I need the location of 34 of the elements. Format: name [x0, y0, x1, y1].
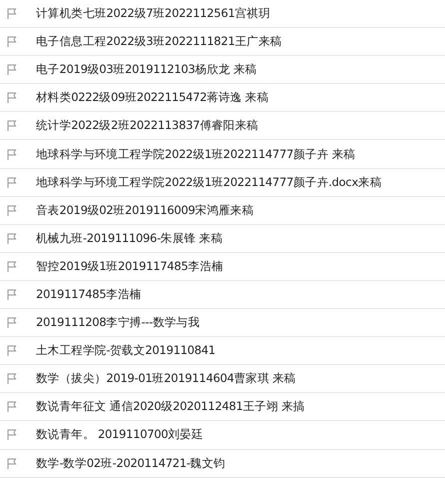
- flag-icon[interactable]: [7, 148, 17, 160]
- flag-icon[interactable]: [7, 458, 17, 469]
- message-subject[interactable]: 统计学2022级2班2022113837傅睿阳来稿: [36, 118, 258, 134]
- flag-icon[interactable]: [7, 317, 17, 328]
- flag-icon[interactable]: [7, 8, 17, 20]
- flag-icon[interactable]: [7, 64, 17, 76]
- message-subject[interactable]: 地球科学与环境工程学院2022级1班2022114777颜子卉 来稿: [36, 146, 356, 162]
- flag-icon[interactable]: [7, 232, 17, 244]
- message-subject[interactable]: 电子信息工程2022级3班2022111821王广来稿: [36, 34, 282, 50]
- message-subject[interactable]: 2019111208李宁搏---数学与我: [36, 315, 200, 330]
- message-subject[interactable]: 地球科学与环境工程学院2022级1班2022114777颜子卉.docx来稿: [36, 174, 382, 190]
- message-subject[interactable]: 数说青年。 2019110700刘晏廷: [36, 427, 204, 442]
- message-subject[interactable]: 土木工程学院-贺载文2019110841: [36, 343, 216, 358]
- flag-icon[interactable]: [7, 120, 17, 132]
- flag-icon[interactable]: [7, 373, 17, 384]
- message-subject[interactable]: 数学-数学02班-2020114721-魏文钧: [36, 456, 226, 471]
- message-subject[interactable]: 2019117485李浩楠: [36, 286, 142, 302]
- message-subject[interactable]: 计算机类七班2022级7班2022112561宫祺玥: [36, 6, 270, 22]
- flag-icon[interactable]: [7, 345, 17, 356]
- message-subject[interactable]: 电子2019级03班2019112103杨欣龙 来稿: [36, 62, 257, 78]
- message-subject[interactable]: 智控2019级1班2019117485李浩楠: [36, 258, 224, 274]
- message-subject[interactable]: 数说青年征文 通信2020级2020112481王子翊 来搞: [36, 399, 305, 414]
- message-subject[interactable]: 机械九班-2019111096-朱展锋 来稿: [36, 230, 223, 246]
- flag-icon[interactable]: [7, 204, 17, 216]
- message-subject[interactable]: 材料类0222级09班2022115472蒋诗逸 来稿: [36, 90, 269, 106]
- flag-icon[interactable]: [7, 288, 17, 300]
- message-subject[interactable]: 音表2019级02班2019116009宋鸿雁来稿: [36, 202, 254, 218]
- flag-icon[interactable]: [7, 401, 17, 412]
- flag-icon[interactable]: [7, 429, 17, 440]
- flag-icon[interactable]: [7, 176, 17, 188]
- flag-icon[interactable]: [7, 260, 17, 272]
- flag-icon[interactable]: [7, 92, 17, 104]
- message-subject[interactable]: 数学（拔尖）2019-01班2019114604曹家琪 来稿: [36, 371, 296, 386]
- flag-icon[interactable]: [7, 36, 17, 48]
